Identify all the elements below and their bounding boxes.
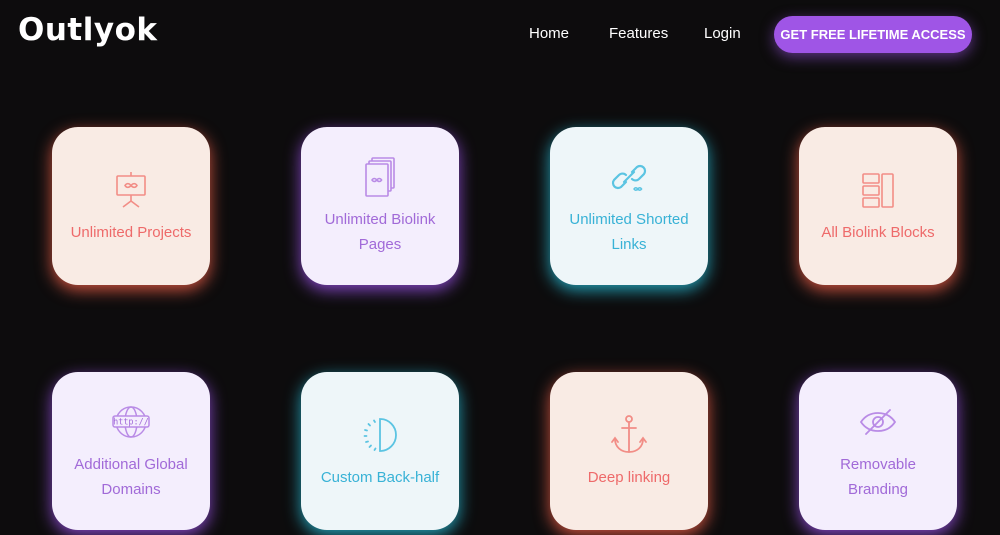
feature-label: Unlimited Shorted Links (569, 211, 689, 253)
feature-label: Deep linking (587, 468, 671, 486)
half-circle-icon (363, 417, 397, 452)
svg-text:http://: http:// (113, 418, 149, 428)
feature-card-all-biolink-blocks[interactable]: All Biolink Blocks (799, 127, 957, 285)
nav-home[interactable]: Home (529, 25, 569, 42)
feature-card-additional-global-domains[interactable]: http:// Additional Global Domains (52, 372, 210, 530)
anchor-icon (611, 414, 647, 453)
feature-label: Unlimited Biolink Pages (324, 211, 436, 253)
feature-card-unlimited-projects[interactable]: Unlimited Projects (52, 127, 210, 285)
feature-label: All Biolink Blocks (821, 223, 935, 241)
eye-off-icon (859, 409, 897, 435)
feature-label: Removable Branding (840, 456, 916, 498)
feature-label: Additional Global Domains (74, 456, 188, 498)
site-header: Outlyok Home Features Login GET FREE LIF… (0, 0, 1000, 70)
feature-card-removable-branding[interactable]: Removable Branding (799, 372, 957, 530)
feature-label: Unlimited Projects (70, 223, 192, 241)
feature-card-deep-linking[interactable]: Deep linking (550, 372, 708, 530)
presentation-board-icon (116, 171, 146, 208)
link-chain-icon (611, 164, 647, 191)
feature-label: Custom Back-half (320, 468, 440, 486)
feature-card-custom-back-half[interactable]: Custom Back-half (301, 372, 459, 530)
get-lifetime-access-button[interactable]: GET FREE LIFETIME ACCESS (774, 16, 972, 53)
globe-http-icon: http:// (112, 406, 150, 438)
feature-card-unlimited-shorted-links[interactable]: Unlimited Shorted Links (550, 127, 708, 285)
feature-card-unlimited-biolink-pages[interactable]: Unlimited Biolink Pages (301, 127, 459, 285)
nav-features[interactable]: Features (609, 25, 668, 42)
logo[interactable]: Outlyok (18, 12, 158, 48)
blocks-layout-icon (862, 172, 894, 208)
nav-login[interactable]: Login (704, 25, 741, 42)
stacked-pages-icon (365, 157, 395, 197)
